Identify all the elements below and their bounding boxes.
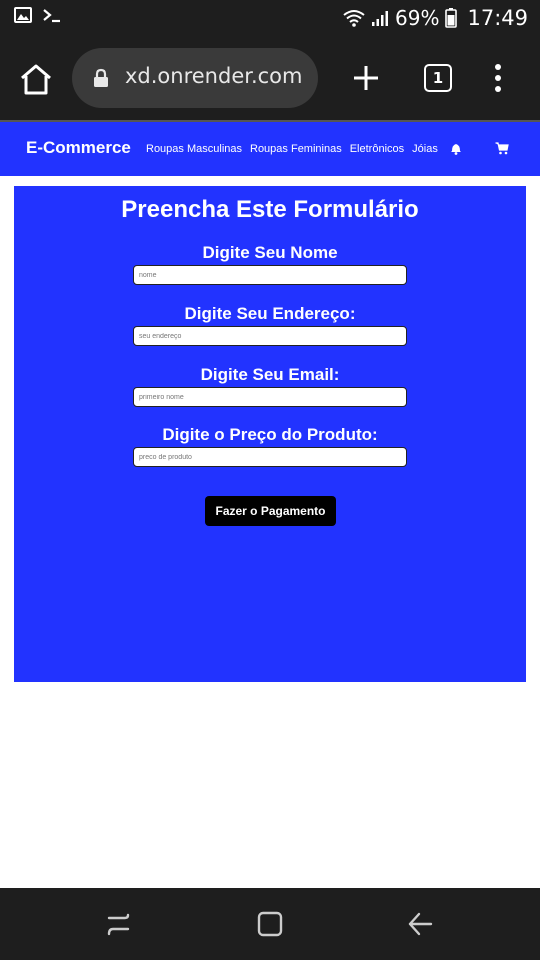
browser-toolbar: xd.onrender.com 1 (0, 38, 540, 120)
payment-form: Preencha Este Formulário Digite Seu Nome… (14, 186, 526, 682)
home-icon[interactable] (18, 62, 54, 96)
battery-percent: 69% (395, 6, 440, 30)
address-input[interactable] (133, 326, 407, 346)
nav-link-roupas-masculinas[interactable]: Roupas Masculinas (146, 143, 242, 155)
price-input[interactable] (133, 447, 407, 467)
system-navigation-bar (0, 888, 540, 960)
bell-icon[interactable] (450, 142, 462, 155)
site-navbar: E-Commerce Roupas Masculinas Roupas Femi… (0, 122, 540, 176)
cart-icon[interactable] (495, 142, 509, 155)
address-label: Digite Seu Endereço: (184, 304, 356, 323)
tab-count: 1 (432, 69, 444, 87)
signal-icon (372, 11, 389, 26)
name-input[interactable] (133, 265, 407, 285)
email-label: Digite Seu Email: (200, 365, 340, 384)
form-title: Preencha Este Formulário (121, 196, 419, 223)
make-payment-button[interactable]: Fazer o Pagamento (205, 496, 336, 526)
recent-apps-icon[interactable] (106, 910, 132, 938)
nav-link-eletronicos[interactable]: Eletrônicos (350, 143, 404, 155)
lock-icon (94, 68, 108, 87)
back-arrow-icon[interactable] (407, 910, 433, 938)
battery-icon (445, 8, 458, 28)
wifi-icon (343, 10, 365, 27)
image-notification-icon (14, 7, 32, 23)
url-text: xd.onrender.com (125, 64, 303, 88)
overflow-menu-icon[interactable] (490, 64, 506, 94)
name-label: Digite Seu Nome (202, 243, 338, 262)
address-bar[interactable]: xd.onrender.com (72, 48, 318, 108)
new-tab-plus-icon[interactable] (350, 62, 382, 94)
status-bar: 69% 17:49 (0, 0, 540, 38)
clock: 17:49 (467, 6, 528, 30)
brand-logo-text[interactable]: E-Commerce (26, 138, 131, 158)
tab-switcher-button[interactable]: 1 (424, 64, 452, 92)
price-label: Digite o Preço do Produto: (162, 425, 378, 444)
home-nav-icon[interactable] (257, 910, 283, 938)
nav-link-roupas-femininas[interactable]: Roupas Femininas (250, 143, 342, 155)
nav-link-joias[interactable]: Jóias (412, 143, 438, 155)
nav-links: Roupas Masculinas Roupas Femininas Eletr… (146, 143, 438, 155)
terminal-notification-icon (43, 9, 60, 23)
email-input[interactable] (133, 387, 407, 407)
